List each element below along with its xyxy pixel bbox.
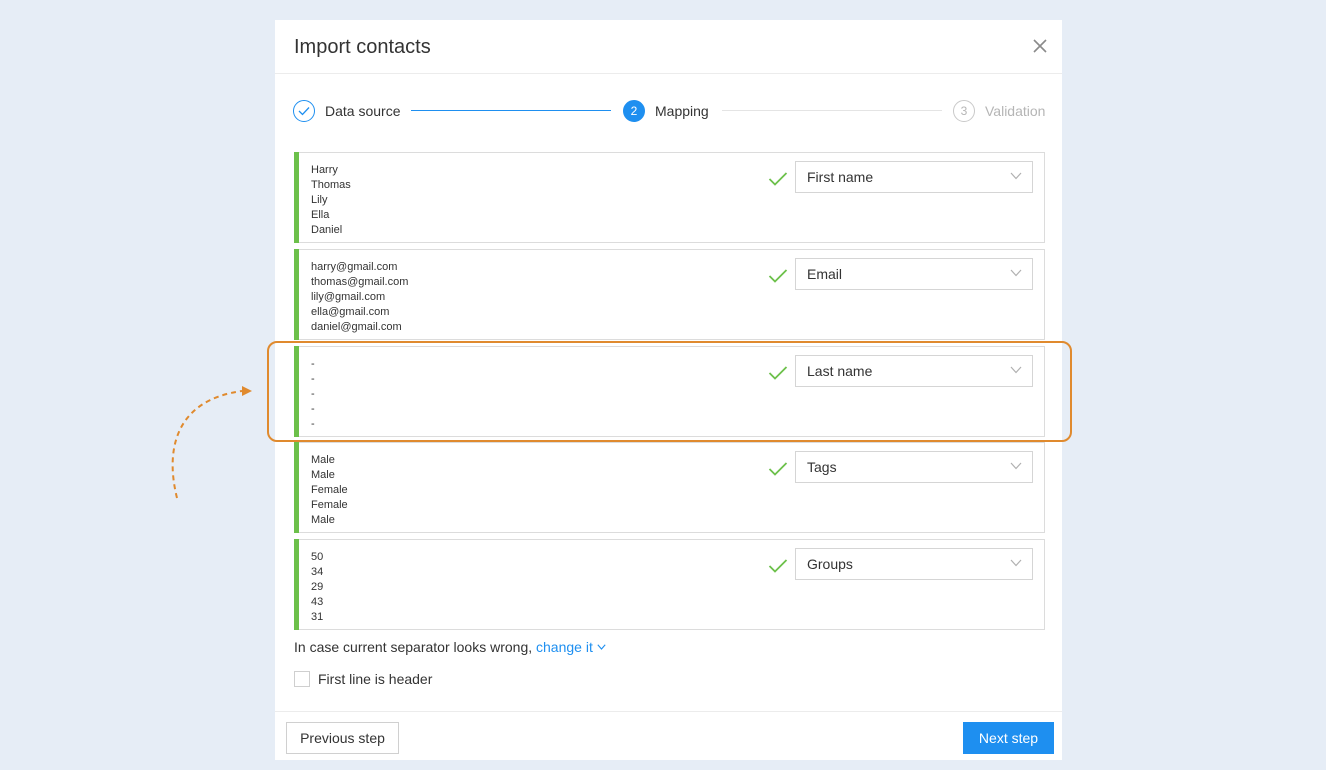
field-select[interactable]: Groups [795, 548, 1033, 580]
mapped-indicator [294, 152, 299, 243]
chevron-down-icon [1010, 462, 1022, 470]
close-button[interactable] [1030, 36, 1050, 56]
mapped-indicator [294, 249, 299, 340]
field-select[interactable]: Email [795, 258, 1033, 290]
sample-value: - [311, 388, 315, 400]
sample-value: Male [311, 469, 335, 481]
sample-value: 31 [311, 611, 324, 623]
chevron-down-icon [1010, 559, 1022, 567]
sample-value: Ella [311, 209, 330, 221]
sample-value: - [311, 373, 315, 385]
sample-value: 34 [311, 566, 324, 578]
step-label: Data source [325, 103, 401, 119]
first-line-header-option[interactable]: First line is header [294, 671, 432, 687]
sample-value: Female [311, 484, 348, 496]
change-separator-link[interactable]: change it [536, 639, 606, 655]
step-validation[interactable]: 3 Validation [953, 98, 1045, 124]
sample-values: Male Male Female Female Male [311, 453, 348, 528]
field-select-value: Groups [807, 556, 853, 572]
sample-value: - [311, 403, 315, 415]
checkmark-icon [768, 366, 788, 380]
sample-value: ella@gmail.com [311, 306, 390, 318]
mapping-row-tags: Male Male Female Female Male Tags [294, 442, 1045, 533]
checkmark-icon [768, 269, 788, 283]
sample-value: Male [311, 454, 335, 466]
step-number: 2 [623, 100, 645, 122]
step-label: Validation [985, 103, 1046, 119]
sample-value: 43 [311, 596, 324, 608]
import-contacts-dialog: Import contacts Data source 2 Mapping 3 … [275, 20, 1062, 760]
step-data-source[interactable]: Data source [293, 98, 400, 124]
dialog-header: Import contacts [275, 20, 1062, 74]
field-select[interactable]: Tags [795, 451, 1033, 483]
mapped-indicator [294, 539, 299, 630]
sample-values: harry@gmail.com thomas@gmail.com lily@gm… [311, 260, 408, 335]
chevron-down-icon [1010, 366, 1022, 374]
first-line-header-checkbox[interactable] [294, 671, 310, 687]
previous-step-button[interactable]: Previous step [286, 722, 399, 754]
mapping-row-first-name: Harry Thomas Lily Ella Daniel First name [294, 152, 1045, 243]
close-icon [1033, 39, 1047, 53]
checkmark-icon [768, 559, 788, 573]
sample-values: 50 34 29 43 31 [311, 550, 323, 625]
separator-note-text: In case current separator looks wrong, [294, 639, 533, 655]
field-select-value: Email [807, 266, 843, 282]
mapped-indicator [294, 346, 299, 437]
sample-value: 29 [311, 581, 324, 593]
mapped-indicator [294, 442, 299, 533]
first-line-header-label: First line is header [318, 671, 433, 687]
sample-value: - [311, 358, 315, 370]
field-select[interactable]: Last name [795, 355, 1033, 387]
sample-value: Female [311, 499, 348, 511]
sample-value: thomas@gmail.com [311, 276, 409, 288]
sample-value: - [311, 418, 315, 430]
sample-value: lily@gmail.com [311, 291, 386, 303]
checkmark-icon [298, 107, 310, 116]
sample-value: harry@gmail.com [311, 261, 398, 273]
sample-values: - - - - - [311, 357, 315, 432]
sample-values: Harry Thomas Lily Ella Daniel [311, 163, 351, 238]
chevron-down-icon [1010, 269, 1022, 277]
sample-value: Lily [311, 194, 328, 206]
mapping-row-email: harry@gmail.com thomas@gmail.com lily@gm… [294, 249, 1045, 340]
field-select-value: First name [807, 169, 874, 185]
dialog-footer: Previous step Next step [275, 711, 1062, 761]
change-separator-label: change it [536, 639, 593, 655]
step-number: 3 [953, 100, 975, 122]
field-select-value: Tags [807, 459, 837, 475]
checkmark-icon [768, 172, 788, 186]
sample-value: Thomas [311, 179, 351, 191]
chevron-down-icon [1010, 172, 1022, 180]
sample-value: Harry [311, 164, 338, 176]
step-mapping[interactable]: 2 Mapping [623, 98, 709, 124]
next-step-button[interactable]: Next step [963, 722, 1054, 754]
stepper: Data source 2 Mapping 3 Validation [293, 98, 1047, 124]
annotation-arrow-icon [171, 386, 252, 499]
field-select[interactable]: First name [795, 161, 1033, 193]
mapping-row-groups: 50 34 29 43 31 Groups [294, 539, 1045, 630]
field-select-value: Last name [807, 363, 873, 379]
page: Import contacts Data source 2 Mapping 3 … [0, 0, 1326, 770]
step-connector-pending [722, 110, 942, 111]
sample-value: 50 [311, 551, 324, 563]
separator-note: In case current separator looks wrong, c… [294, 639, 606, 655]
sample-value: Male [311, 514, 335, 526]
sample-value: Daniel [311, 224, 343, 236]
checkmark-icon [768, 462, 788, 476]
step-connector-complete [411, 110, 611, 111]
step-label: Mapping [655, 103, 709, 119]
sample-value: daniel@gmail.com [311, 321, 402, 333]
step-done-circle [293, 100, 315, 122]
mapping-row-last-name: - - - - - Last name [294, 346, 1045, 437]
dialog-title: Import contacts [294, 36, 431, 58]
chevron-down-icon [597, 644, 606, 650]
